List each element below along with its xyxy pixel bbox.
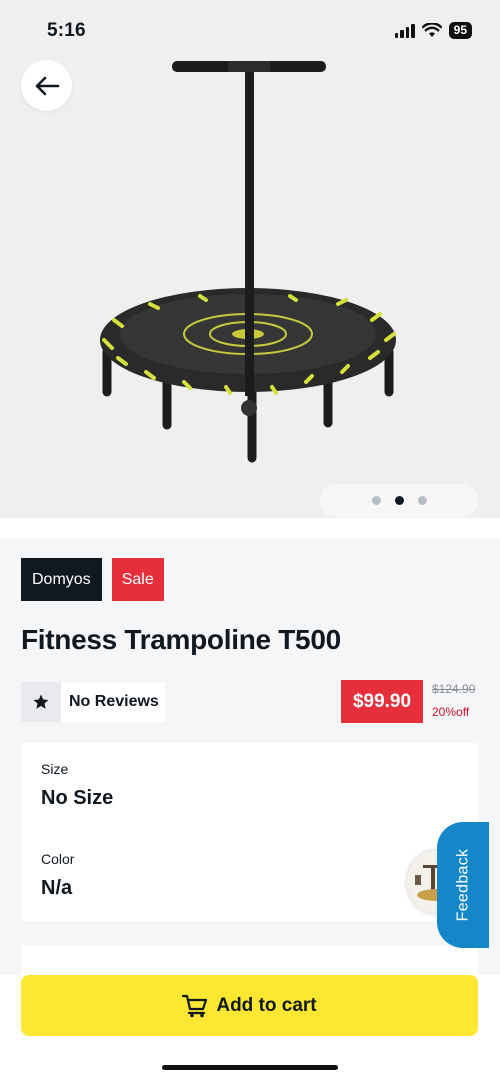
- variant-card: Size No Size Color N/a: [21, 743, 478, 921]
- bottom-bar: Add to cart: [0, 975, 500, 1080]
- size-value[interactable]: No Size: [41, 787, 113, 810]
- product-image-gallery[interactable]: [0, 0, 500, 518]
- size-label: Size: [41, 761, 69, 777]
- status-bar: 5:16 95: [0, 0, 500, 58]
- back-button[interactable]: [21, 60, 72, 111]
- feedback-tab[interactable]: Feedback: [437, 822, 489, 948]
- color-label: Color: [41, 851, 75, 867]
- battery-indicator: 95: [448, 22, 472, 39]
- status-time: 5:16: [47, 20, 86, 41]
- product-details: Domyos Sale Fitness Trampoline T500 No R…: [0, 538, 500, 975]
- feedback-label: Feedback: [454, 848, 472, 922]
- gallery-pagination[interactable]: [320, 484, 478, 517]
- current-price: $99.90: [341, 680, 423, 723]
- discount-label: 20%off: [432, 705, 470, 719]
- trampoline-image: [100, 61, 396, 463]
- reviews-summary[interactable]: No Reviews: [21, 682, 165, 722]
- cart-icon: [182, 994, 208, 1017]
- sale-badge: Sale: [111, 558, 164, 601]
- color-value[interactable]: N/a: [41, 877, 72, 900]
- home-indicator[interactable]: [162, 1065, 338, 1070]
- star-icon: [21, 682, 61, 722]
- add-to-cart-button[interactable]: Add to cart: [21, 975, 478, 1036]
- secondary-card: [21, 945, 478, 975]
- wifi-icon: [421, 23, 442, 37]
- gallery-dot-active[interactable]: [394, 496, 404, 505]
- cellular-signal-icon: [394, 23, 415, 38]
- product-title: Fitness Trampoline T500: [21, 624, 341, 655]
- status-icons: 95: [394, 22, 472, 39]
- gallery-dot[interactable]: [371, 496, 381, 505]
- brand-badge[interactable]: Domyos: [21, 558, 102, 601]
- original-price: $124.90: [432, 682, 476, 696]
- badges: Domyos Sale: [21, 558, 164, 601]
- add-to-cart-label: Add to cart: [216, 994, 317, 1016]
- reviews-label: No Reviews: [69, 693, 159, 710]
- gallery-dot[interactable]: [417, 496, 427, 505]
- arrow-left-icon: [35, 76, 59, 95]
